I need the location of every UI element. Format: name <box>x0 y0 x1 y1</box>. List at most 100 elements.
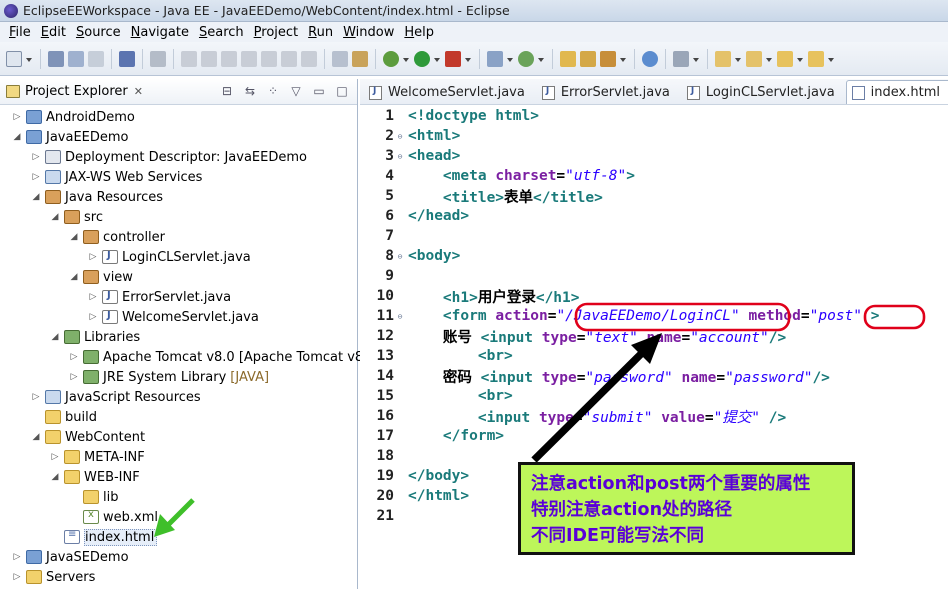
new-java-class-icon[interactable] <box>518 50 534 67</box>
tree-item[interactable]: ◢ Libraries <box>0 327 141 347</box>
code-line[interactable]: 15 <br> <box>360 386 948 406</box>
next-annotation-icon[interactable] <box>715 50 731 67</box>
tab-logincl-servlet[interactable]: LoginCLServlet.java <box>681 80 846 104</box>
expand-arrow-icon[interactable]: ▷ <box>11 551 23 563</box>
new-icon[interactable] <box>6 50 22 67</box>
tree-item[interactable]: ▷ Servers <box>0 567 96 587</box>
debug-icon[interactable] <box>383 50 399 67</box>
tree-item[interactable]: ▷ JRE System Library [JAVA] <box>0 367 270 387</box>
step-return-icon[interactable] <box>301 50 317 67</box>
menu-project[interactable]: Project <box>249 25 304 40</box>
step-over-icon[interactable] <box>281 50 297 67</box>
open-task-icon[interactable] <box>580 50 596 67</box>
code-line[interactable]: 6 </head> <box>360 206 948 226</box>
menu-source[interactable]: Source <box>71 25 126 40</box>
code-line[interactable]: 17 </form> <box>360 426 948 446</box>
menu-file[interactable]: File <box>4 25 36 40</box>
tree-item[interactable]: ▷ WelcomeServlet.java <box>0 307 259 327</box>
collapse-arrow-icon[interactable]: ◢ <box>30 191 42 203</box>
terminate-icon[interactable] <box>221 50 237 67</box>
expand-arrow-icon[interactable]: ▷ <box>87 251 99 263</box>
collapse-arrow-icon[interactable]: ◢ <box>49 331 61 343</box>
collapse-arrow-icon[interactable]: ◢ <box>11 131 23 143</box>
expand-arrow-icon[interactable]: ▷ <box>30 171 42 183</box>
tree-item[interactable]: index.html <box>0 527 158 547</box>
close-icon[interactable]: ✕ <box>134 85 143 98</box>
drop-to-frame-icon[interactable] <box>332 50 348 67</box>
code-line[interactable]: 9 <box>360 266 948 286</box>
tree-item[interactable]: ◢ controller <box>0 227 166 247</box>
expand-arrow-icon[interactable]: ▷ <box>49 451 61 463</box>
menu-help[interactable]: Help <box>399 25 439 40</box>
search-dropdown-icon[interactable] <box>693 51 700 67</box>
save-all-icon[interactable] <box>68 50 84 67</box>
link-with-editor-icon[interactable]: ⇆ <box>243 84 257 98</box>
maximize-icon[interactable]: □ <box>335 84 349 98</box>
fold-toggle-icon[interactable]: ⊖ <box>394 312 406 321</box>
menu-edit[interactable]: Edit <box>36 25 71 40</box>
tree-item[interactable]: ▷ JAX-WS Web Services <box>0 167 203 187</box>
external-tools-icon[interactable] <box>445 50 461 67</box>
tree-item[interactable]: build <box>0 407 97 427</box>
pen-dropdown-icon[interactable] <box>620 51 627 67</box>
view-menu-dots-icon[interactable]: ⁘ <box>266 84 280 98</box>
previous-annotation-dropdown-icon[interactable] <box>766 51 773 67</box>
next-annotation-dropdown-icon[interactable] <box>735 51 742 67</box>
menu-window[interactable]: Window <box>338 25 399 40</box>
tree-item[interactable]: web.xml <box>0 507 158 527</box>
code-line[interactable]: 4 <meta charset="utf-8"> <box>360 166 948 186</box>
print-icon[interactable] <box>88 50 104 67</box>
expand-arrow-icon[interactable]: ▷ <box>11 111 23 123</box>
tree-item[interactable]: ▷ Deployment Descriptor: JavaEEDemo <box>0 147 307 167</box>
tree-item[interactable]: ▷ ErrorServlet.java <box>0 287 232 307</box>
code-line[interactable]: 16 <input type="submit" value="提交" /> <box>360 406 948 426</box>
expand-arrow-icon[interactable]: ▷ <box>30 391 42 403</box>
debug-dropdown-icon[interactable] <box>403 51 410 67</box>
expand-arrow-icon[interactable]: ▷ <box>30 151 42 163</box>
expand-arrow-icon[interactable]: ▷ <box>68 351 80 363</box>
open-type-icon[interactable] <box>560 50 576 67</box>
code-line[interactable]: 12 账号 <input type="text" name="account"/… <box>360 326 948 346</box>
tab-error-servlet[interactable]: ErrorServlet.java <box>536 80 681 104</box>
suspend-icon[interactable] <box>201 50 217 67</box>
back-dropdown-icon[interactable] <box>797 51 804 67</box>
expand-arrow-icon[interactable]: ▷ <box>11 571 23 583</box>
tree-item[interactable]: ▷ AndroidDemo <box>0 107 135 127</box>
tree-item[interactable]: ◢ Java Resources <box>0 187 163 207</box>
resume-icon[interactable] <box>181 50 197 67</box>
code-line[interactable]: 11 ⊖ <form action = "/JavaEEDemo/LoginCL" m… <box>360 306 948 326</box>
tree-item[interactable]: ◢ WEB-INF <box>0 467 140 487</box>
tab-welcome-servlet[interactable]: WelcomeServlet.java <box>363 80 536 104</box>
code-line[interactable]: 13 <br> <box>360 346 948 366</box>
new-server-dropdown-icon[interactable] <box>507 51 514 67</box>
tree-item[interactable]: ◢ WebContent <box>0 427 146 447</box>
tree-item[interactable]: ▷ Apache Tomcat v8.0 [Apache Tomcat v8.0] <box>0 347 381 367</box>
tree-item[interactable]: ▷ META-INF <box>0 447 145 467</box>
collapse-arrow-icon[interactable]: ◢ <box>49 471 61 483</box>
use-step-filters-icon[interactable] <box>352 50 368 67</box>
tree-item[interactable]: lib <box>0 487 118 507</box>
save-icon[interactable] <box>48 50 64 67</box>
menu-run[interactable]: Run <box>303 25 338 40</box>
forward-icon[interactable] <box>808 50 824 67</box>
tab-index-html[interactable]: index.html✕ <box>845 80 948 104</box>
forward-dropdown-icon[interactable] <box>828 51 835 67</box>
external-tools-dropdown-icon[interactable] <box>465 51 472 67</box>
new-server-icon[interactable] <box>487 50 503 67</box>
previous-annotation-icon[interactable] <box>746 50 762 67</box>
open-web-browser-icon[interactable] <box>642 50 658 67</box>
disconnect-icon[interactable] <box>241 50 257 67</box>
run-icon[interactable] <box>414 50 430 67</box>
code-line[interactable]: 1 <!doctype html> <box>360 106 948 126</box>
view-menu-icon[interactable]: ▽ <box>289 84 303 98</box>
window-title-bar[interactable]: EclipseEEWorkspace - Java EE - JavaEEDem… <box>0 0 948 22</box>
search-icon[interactable] <box>673 50 689 67</box>
collapse-arrow-icon[interactable]: ◢ <box>30 431 42 443</box>
collapse-arrow-icon[interactable]: ◢ <box>49 211 61 223</box>
tree-item[interactable]: ▷ JavaScript Resources <box>0 387 201 407</box>
new-dropdown-icon[interactable] <box>26 51 33 67</box>
expand-arrow-icon[interactable]: ▷ <box>87 291 99 303</box>
back-icon[interactable] <box>777 50 793 67</box>
menu-navigate[interactable]: Navigate <box>126 25 194 40</box>
run-dropdown-icon[interactable] <box>434 51 441 67</box>
